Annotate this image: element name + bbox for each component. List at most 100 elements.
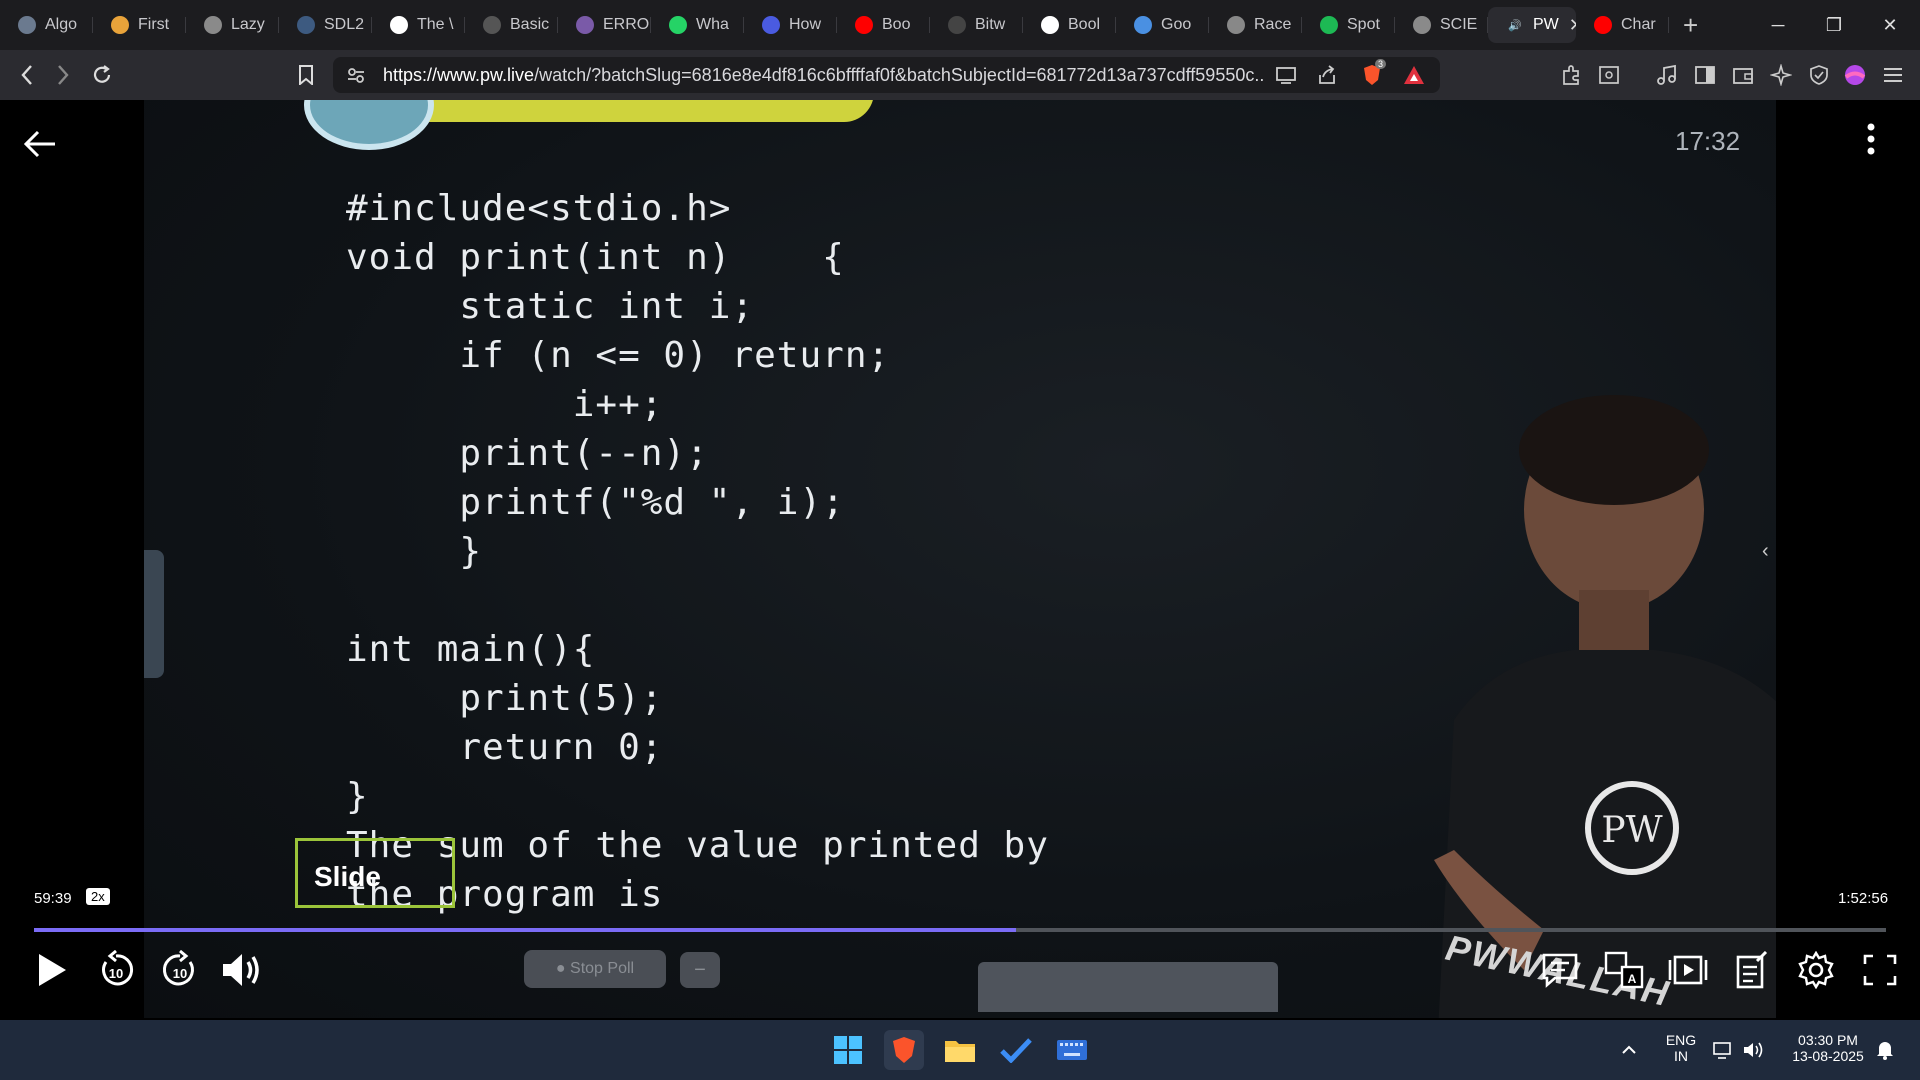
browser-tab[interactable]: Wha [651,7,744,43]
profile-avatar-icon[interactable] [1842,62,1868,88]
fullscreen-button[interactable] [1858,948,1902,992]
seek-bar[interactable] [34,928,1886,932]
tab-label: How [789,16,822,33]
back-button[interactable] [14,62,40,88]
whatsapp-icon [669,16,687,34]
more-options-button[interactable] [1866,122,1876,165]
taskbar-file-explorer[interactable] [940,1030,980,1070]
chevron-left-icon [21,65,32,85]
brave-shields-icon[interactable]: 3 [1361,59,1387,92]
slides-button[interactable] [1666,948,1710,992]
settings-button[interactable] [1794,948,1838,992]
cast-icon[interactable] [1275,66,1297,89]
windows-taskbar: ENG IN 03:30 PM 13-08-2025 [0,1020,1920,1080]
code-line: } [346,531,483,572]
browser-tab[interactable]: Bitw [930,7,1023,43]
browser-tab[interactable]: How [744,7,837,43]
browser-tab[interactable]: Algo [0,7,93,43]
language-button[interactable]: A [1602,948,1646,992]
network-icon[interactable] [1708,1030,1738,1070]
svg-text:10: 10 [173,966,187,981]
browser-tab[interactable]: SCIE [1395,7,1488,43]
language-code: ENG [1665,1032,1697,1048]
browser-tab[interactable]: Goo [1116,7,1209,43]
bookmark-button[interactable] [293,62,319,88]
browser-tab[interactable]: Char [1576,7,1669,43]
address-bar[interactable]: https://www.pw.live/watch/?batchSlug=681… [333,57,1440,93]
minimize-button[interactable]: ─ [1750,0,1806,50]
taskbar-touch-keyboard[interactable] [1052,1030,1092,1070]
checkmark-icon [1000,1038,1032,1063]
chatgpt-icon [18,16,36,34]
playback-speed-badge[interactable]: 2x [86,888,110,905]
fullscreen-icon [1863,954,1897,986]
wallet-icon[interactable] [1730,62,1756,88]
tab-strip: Algo First Lazy SDL2 The \ Basic ERRO Wha How Boo… [0,0,1920,50]
back-arrow-button[interactable] [22,124,58,169]
forward-button[interactable] [50,62,76,88]
sidebar-toggle-icon[interactable] [1692,62,1718,88]
slide-header-logo [304,100,434,150]
new-tab-button[interactable]: + [1683,10,1713,41]
browser-tab-active[interactable]: 🔊 PW ✕ [1488,7,1576,43]
arrow-left-icon [23,130,55,158]
clock[interactable]: 03:30 PM 13-08-2025 [1778,1032,1878,1064]
close-window-button[interactable]: ✕ [1862,0,1918,50]
bookmark-icon [762,16,780,34]
browser-tab[interactable]: Spot [1302,7,1395,43]
code-line: return 0; [346,727,664,768]
stop-poll-button[interactable]: ● Stop Poll [524,950,666,988]
brave-rewards-icon[interactable] [1403,65,1425,90]
taskbar-todo[interactable] [996,1030,1036,1070]
browser-tab[interactable]: ERRO [558,7,651,43]
reload-button[interactable] [89,62,115,88]
browser-tab[interactable]: First [93,7,186,43]
bell-icon [1877,1042,1893,1060]
browser-tab[interactable]: The \ [372,7,465,43]
rewind-10-button[interactable]: 10 [94,948,138,992]
media-icon[interactable] [1654,62,1680,88]
taskbar-brave[interactable] [884,1030,924,1070]
menu-icon[interactable] [1880,62,1906,88]
chat-button[interactable] [1538,948,1582,992]
reader-mode-icon[interactable] [1596,62,1622,88]
left-panel-handle[interactable] [144,550,164,678]
code-line: static int i; [346,286,755,327]
play-button[interactable] [30,948,74,992]
folder-icon [945,1041,975,1062]
share-icon[interactable] [1317,65,1337,90]
right-panel-handle[interactable]: ‹ [1762,540,1769,563]
forward-10-button[interactable]: 10 [158,948,202,992]
globe-icon [204,16,222,34]
notifications-button[interactable] [1870,1030,1900,1070]
poll-minimize-button[interactable]: − [680,952,720,988]
leo-ai-icon[interactable] [1768,62,1794,88]
vpn-icon[interactable] [1806,62,1832,88]
volume-button[interactable] [218,948,266,992]
video-frame[interactable]: #include<stdio.h> void print(int n) { sta… [144,100,1776,1018]
code-line: print(5); [346,678,664,719]
extensions-icon[interactable] [1558,62,1584,88]
input-language[interactable]: ENG IN [1662,1032,1700,1064]
shields-count-badge: 3 [1375,59,1387,69]
youtube-icon [855,16,873,34]
browser-tab[interactable]: Race [1209,7,1302,43]
browser-tab[interactable]: Bool [1023,7,1116,43]
browser-tab[interactable]: Lazy [186,7,279,43]
browser-tab[interactable]: Boo [837,7,930,43]
start-button[interactable] [828,1030,868,1070]
restore-button[interactable]: ❐ [1806,0,1862,50]
code-line: } [346,776,369,817]
notes-button[interactable] [1730,948,1774,992]
speaker-icon[interactable] [1738,1030,1768,1070]
tab-label: SDL2 [324,16,365,33]
tab-label: Wha [696,16,729,33]
browser-tab[interactable]: Basic [465,7,558,43]
close-tab-icon[interactable]: ✕ [1569,15,1576,36]
site-settings-icon[interactable] [347,66,365,89]
fast-forward-icon: 10 [162,950,194,986]
tray-overflow-button[interactable] [1614,1030,1644,1070]
browser-tab[interactable]: SDL2 [279,7,372,43]
code-line: print(--n); [346,433,709,474]
gemini-icon [1134,16,1152,34]
